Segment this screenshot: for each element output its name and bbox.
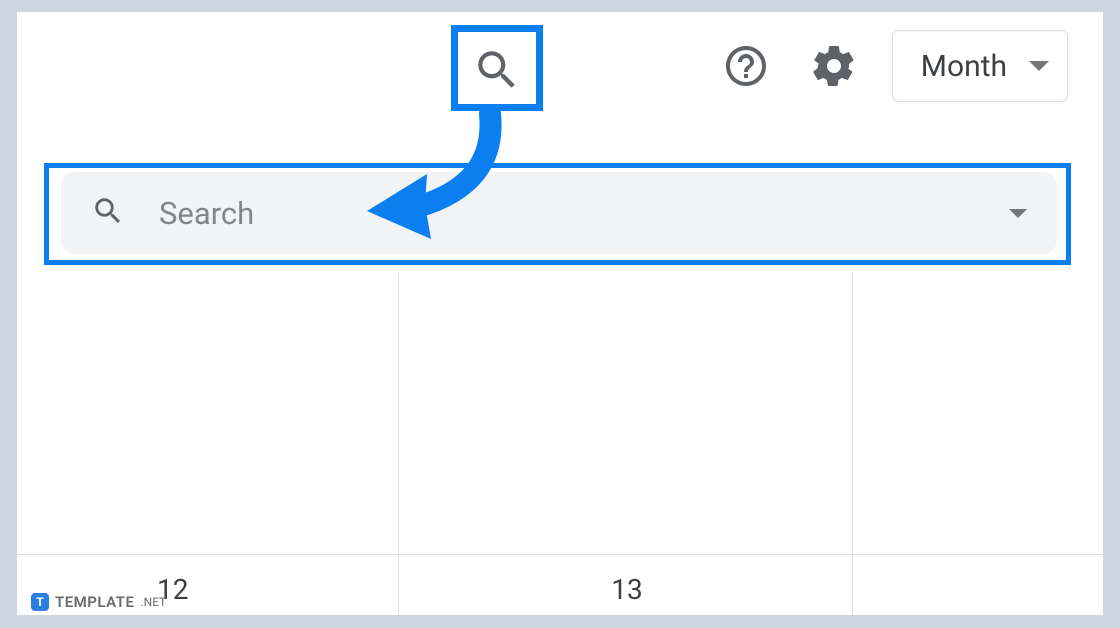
calendar-grid: 12 13	[17, 274, 1103, 614]
calendar-cell[interactable]	[853, 555, 1103, 615]
settings-button[interactable]	[804, 36, 864, 96]
calendar-cell[interactable]	[853, 274, 1103, 554]
search-icon	[91, 194, 125, 228]
calendar-row	[17, 274, 1103, 555]
gear-icon	[810, 42, 858, 90]
view-dropdown-label: Month	[921, 49, 1007, 84]
chevron-down-icon	[1029, 61, 1049, 71]
calendar-cell[interactable]: 13	[399, 555, 853, 615]
search-bar-icon	[91, 194, 125, 232]
search-icon	[472, 45, 522, 95]
top-toolbar: Month	[716, 30, 1068, 102]
watermark: T TEMPLATE .NET	[31, 593, 166, 611]
search-input[interactable]	[159, 195, 1009, 232]
help-button[interactable]	[716, 36, 776, 96]
calendar-row: 12 13	[17, 555, 1103, 615]
day-number: 13	[611, 573, 642, 606]
search-options-caret-icon[interactable]	[1009, 209, 1027, 218]
watermark-brand: TEMPLATE	[55, 593, 134, 611]
app-window: Month 12 13	[16, 11, 1104, 616]
search-bar[interactable]	[61, 172, 1057, 254]
help-icon	[722, 42, 770, 90]
view-dropdown[interactable]: Month	[892, 30, 1068, 102]
watermark-logo-icon: T	[31, 593, 49, 611]
watermark-suffix: .NET	[140, 595, 166, 609]
calendar-cell[interactable]	[17, 274, 399, 554]
search-icon-button[interactable]	[472, 45, 522, 95]
calendar-cell[interactable]	[399, 274, 853, 554]
